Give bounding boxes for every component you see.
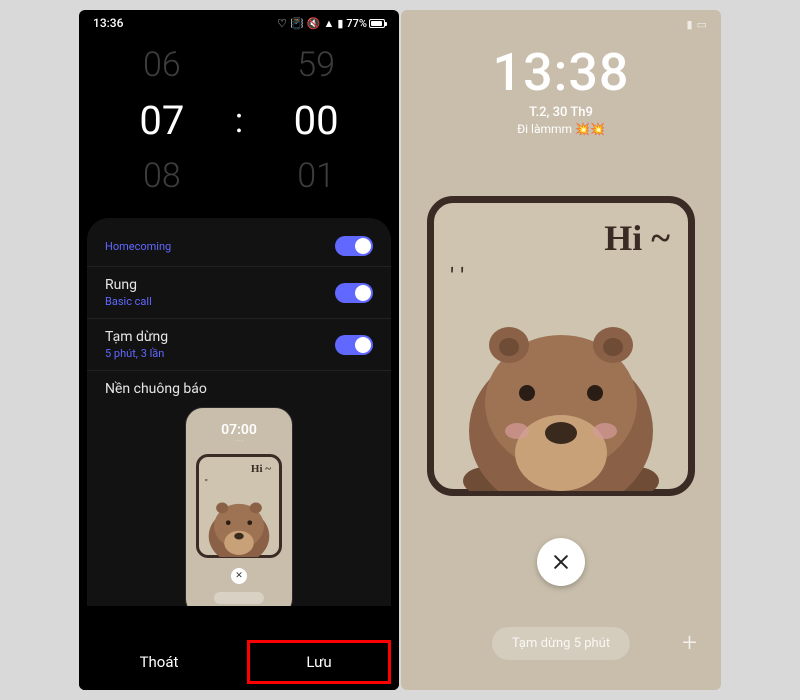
lockscreen-status-bar: ▮ ▭ [401,10,721,34]
battery-icon [369,19,385,28]
row-sound[interactable]: Homecoming [87,226,391,267]
toggle-sound[interactable] [335,236,373,256]
toggle-vibrate[interactable] [335,283,373,303]
exit-button[interactable]: Thoát [79,634,239,690]
status-icons: ♡ 📳 🔇 ▲ ▮ 77% [277,17,385,30]
lockscreen-date: T.2, 30 Th9 [401,105,721,120]
mini-sub: · · · [186,438,292,445]
wifi-icon: ▲ [323,17,334,30]
vibrate-icon: 📳 [290,17,304,30]
footer-bar: Thoát Lưu [79,634,399,690]
lockscreen-reminder: Đi làmmm 💥💥 [401,122,721,136]
row-vibrate-sub: Basic call [105,295,152,308]
hour-wheel[interactable]: 06 07 08 [119,40,205,202]
minute-prev: 59 [273,40,359,91]
hi-text: Hi ~ [604,217,670,259]
minute-next: 01 [273,151,359,202]
mini-snooze-pill [214,592,264,604]
battery-text: 77% [346,17,367,30]
add-button[interactable]: + [682,628,697,658]
mute-icon: 🔇 [307,17,321,30]
ls-signal-icon: ▮ [687,18,693,34]
row-vibrate-title: Rung [105,277,152,293]
status-bar: 13:36 ♡ 📳 🔇 ▲ ▮ 77% [79,10,399,32]
alarm-lockscreen-preview: ▮ ▭ 13:38 T.2, 30 Th9 Đi làmmm 💥💥 Hi ~ ′… [401,10,721,690]
mini-capy-frame: Hi ~ ′′ [196,454,282,558]
alarm-background-preview[interactable]: 07:00 · · · Hi ~ ′′ [185,407,293,606]
minute-current: 00 [273,91,359,151]
row-snooze-sub: 5 phút, 3 lần [105,347,168,360]
snooze-button-label: Tạm dừng 5 phút [512,636,610,651]
capybara-icon [451,281,671,495]
time-picker[interactable]: 06 07 08 : 59 00 01 [79,32,399,218]
battery-indicator: 77% [346,17,385,30]
alarm-editor-screen: 13:36 ♡ 📳 🔇 ▲ ▮ 77% 06 07 08 : 59 [79,10,399,690]
mini-capybara-icon [202,485,276,561]
status-time: 13:36 [93,16,123,30]
exit-button-label: Thoát [140,653,179,671]
mini-close-icon: ✕ [231,568,247,584]
alarm-background-label: Nền chuông báo [87,371,391,403]
snooze-button[interactable]: Tạm dừng 5 phút [492,627,630,660]
row-vibrate[interactable]: Rung Basic call [87,267,391,319]
save-button[interactable]: Lưu [239,634,399,690]
ls-battery-icon: ▭ [697,18,707,34]
plus-icon: + [682,628,697,658]
row-snooze[interactable]: Tạm dừng 5 phút, 3 lần [87,319,391,371]
lockscreen-clock: 13:38 T.2, 30 Th9 Đi làmmm 💥💥 [401,42,721,136]
dismiss-alarm-button[interactable] [537,538,585,586]
mini-hi-text: Hi ~ [251,463,271,475]
signal-icon: ▮ [337,17,343,30]
minute-wheel[interactable]: 59 00 01 [273,40,359,202]
heart-icon: ♡ [277,17,287,30]
hour-current: 07 [119,91,205,151]
mini-time: 07:00 [186,422,292,438]
close-icon [551,552,571,572]
hour-next: 08 [119,151,205,202]
hour-prev: 06 [119,40,205,91]
row-snooze-title: Tạm dừng [105,329,168,345]
alarm-settings-card: Homecoming Rung Basic call Tạm dừng 5 ph… [87,218,391,606]
lockscreen-time: 13:38 [401,42,721,103]
time-colon: : [235,101,243,141]
row-sound-sub: Homecoming [105,240,171,253]
save-button-label: Lưu [306,653,331,671]
capybara-frame: Hi ~ ′ ′ [427,196,695,496]
toggle-snooze[interactable] [335,335,373,355]
